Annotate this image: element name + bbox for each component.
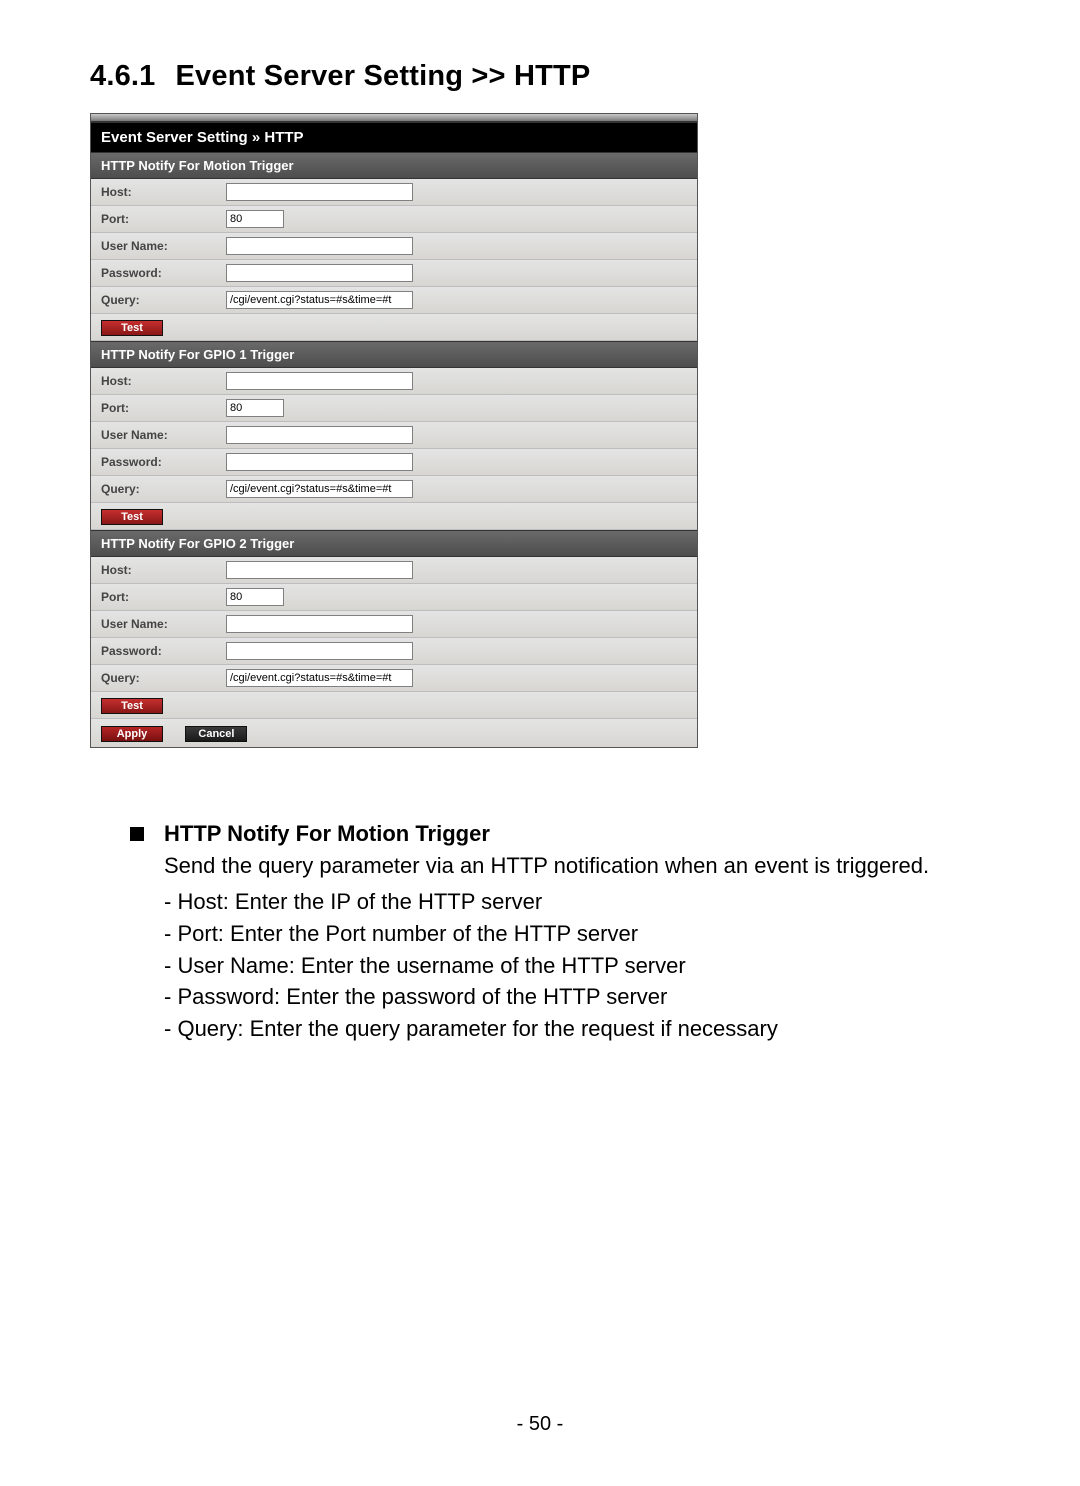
row-host: Host:: [91, 179, 697, 206]
description-heading: HTTP Notify For Motion Trigger: [130, 818, 990, 850]
page-number: - 50 -: [0, 1413, 1080, 1436]
host-input[interactable]: [226, 183, 413, 201]
test-button[interactable]: Test: [101, 698, 163, 714]
list-item: User Name: Enter the username of the HTT…: [164, 950, 990, 982]
username-label: User Name:: [101, 239, 226, 253]
description-list: Host: Enter the IP of the HTTP server Po…: [164, 886, 990, 1045]
password-input[interactable]: [226, 642, 413, 660]
row-query: Query:: [91, 476, 697, 503]
query-label: Query:: [101, 671, 226, 685]
query-input[interactable]: [226, 291, 413, 309]
row-port: Port:: [91, 584, 697, 611]
row-host: Host:: [91, 557, 697, 584]
section-number: 4.6.1: [90, 60, 156, 92]
host-label: Host:: [101, 563, 226, 577]
password-input[interactable]: [226, 453, 413, 471]
section-title-text: Event Server Setting >> HTTP: [176, 60, 591, 92]
port-input[interactable]: [226, 210, 284, 228]
list-item: Password: Enter the password of the HTTP…: [164, 981, 990, 1013]
host-input[interactable]: [226, 372, 413, 390]
port-input[interactable]: [226, 399, 284, 417]
row-query: Query:: [91, 287, 697, 314]
test-button[interactable]: Test: [101, 320, 163, 336]
password-label: Password:: [101, 266, 226, 280]
host-label: Host:: [101, 185, 226, 199]
username-input[interactable]: [226, 615, 413, 633]
row-host: Host:: [91, 368, 697, 395]
query-input[interactable]: [226, 480, 413, 498]
settings-panel: Event Server Setting » HTTP HTTP Notify …: [90, 113, 698, 748]
row-username: User Name:: [91, 611, 697, 638]
square-bullet-icon: [130, 827, 144, 841]
row-username: User Name:: [91, 233, 697, 260]
row-password: Password:: [91, 638, 697, 665]
test-button[interactable]: Test: [101, 509, 163, 525]
action-row: Apply Cancel: [91, 719, 697, 747]
list-item: Port: Enter the Port number of the HTTP …: [164, 918, 990, 950]
port-input[interactable]: [226, 588, 284, 606]
row-query: Query:: [91, 665, 697, 692]
username-input[interactable]: [226, 237, 413, 255]
list-item: Query: Enter the query parameter for the…: [164, 1013, 990, 1045]
description-intro: Send the query parameter via an HTTP not…: [164, 850, 990, 882]
row-password: Password:: [91, 449, 697, 476]
query-input[interactable]: [226, 669, 413, 687]
query-label: Query:: [101, 482, 226, 496]
group-header-gpio2: HTTP Notify For GPIO 2 Trigger: [91, 530, 697, 557]
row-password: Password:: [91, 260, 697, 287]
password-input[interactable]: [226, 264, 413, 282]
row-username: User Name:: [91, 422, 697, 449]
panel-titlebar: [91, 114, 697, 122]
host-label: Host:: [101, 374, 226, 388]
query-label: Query:: [101, 293, 226, 307]
test-button-row: Test: [91, 503, 697, 530]
test-button-row: Test: [91, 692, 697, 719]
group-header-motion: HTTP Notify For Motion Trigger: [91, 152, 697, 179]
test-button-row: Test: [91, 314, 697, 341]
port-label: Port:: [101, 401, 226, 415]
row-port: Port:: [91, 206, 697, 233]
password-label: Password:: [101, 455, 226, 469]
panel-header: Event Server Setting » HTTP: [91, 122, 697, 152]
row-port: Port:: [91, 395, 697, 422]
port-label: Port:: [101, 590, 226, 604]
list-item: Host: Enter the IP of the HTTP server: [164, 886, 990, 918]
group-header-gpio1: HTTP Notify For GPIO 1 Trigger: [91, 341, 697, 368]
cancel-button[interactable]: Cancel: [185, 726, 247, 742]
description-block: HTTP Notify For Motion Trigger Send the …: [130, 818, 990, 1045]
description-heading-text: HTTP Notify For Motion Trigger: [164, 818, 490, 850]
username-label: User Name:: [101, 428, 226, 442]
apply-button[interactable]: Apply: [101, 726, 163, 742]
password-label: Password:: [101, 644, 226, 658]
section-heading: 4.6.1 Event Server Setting >> HTTP: [90, 60, 990, 93]
username-label: User Name:: [101, 617, 226, 631]
username-input[interactable]: [226, 426, 413, 444]
host-input[interactable]: [226, 561, 413, 579]
port-label: Port:: [101, 212, 226, 226]
